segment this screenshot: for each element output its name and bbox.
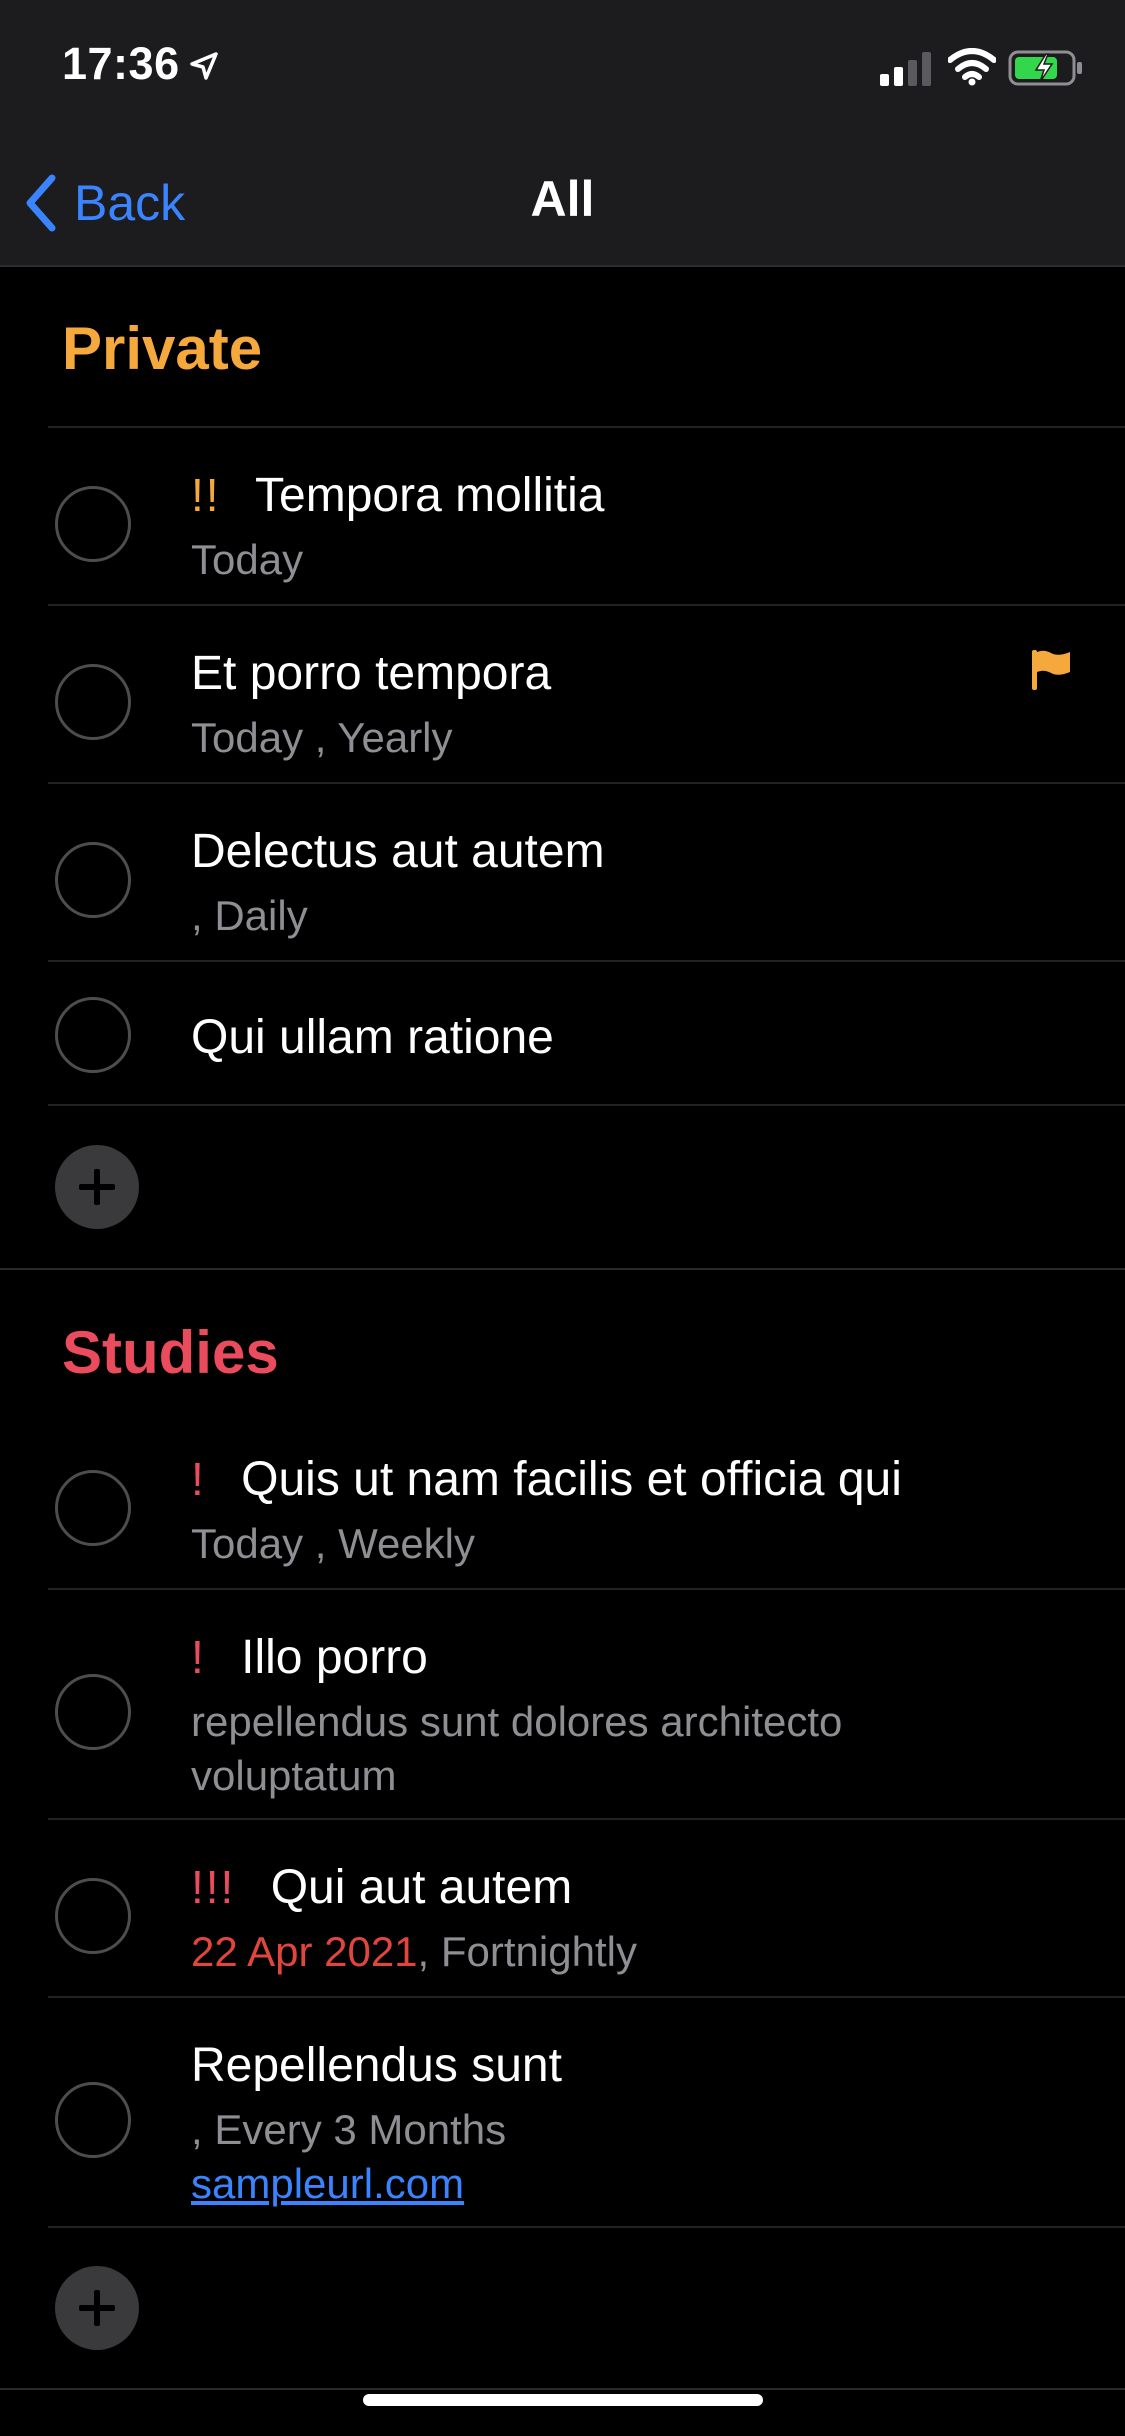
completion-circle[interactable]: [55, 2082, 131, 2158]
item-notes-line-1: repellendus sunt dolores architecto: [191, 1698, 843, 1745]
item-title: Illo porro: [241, 1631, 428, 1684]
navigation-bar: Back All: [0, 140, 1125, 267]
completion-circle[interactable]: [55, 997, 131, 1073]
item-title: Repellendus sunt: [191, 2039, 562, 2092]
completion-circle[interactable]: [55, 842, 131, 918]
add-reminder-button[interactable]: [55, 1145, 139, 1229]
completion-circle[interactable]: [55, 486, 131, 562]
location-arrow-icon: [188, 50, 220, 87]
page-title: All: [530, 171, 595, 227]
list-item[interactable]: Et porro tempora Today , Yearly: [0, 606, 1125, 782]
priority-indicator: !!: [191, 469, 221, 521]
flag-icon: [1030, 648, 1072, 697]
item-subtitle: 22 Apr 2021, Fortnightly: [191, 1928, 637, 1976]
item-title: Qui ullam ratione: [191, 1011, 554, 1064]
priority-indicator: !!!: [191, 1861, 236, 1913]
list-item[interactable]: ! Illo porro repellendus sunt dolores ar…: [0, 1590, 1125, 1818]
list-item[interactable]: ! Quis ut nam facilis et officia qui Tod…: [0, 1412, 1125, 1588]
item-notes-line-2: voluptatum: [191, 1752, 397, 1799]
item-title: Tempora mollitia: [255, 469, 605, 522]
item-title: Et porro tempora: [191, 647, 552, 700]
due-date-overdue: 22 Apr 2021: [191, 1928, 418, 1975]
divider: [48, 1104, 1125, 1106]
item-subtitle: , Every 3 Months: [191, 2106, 507, 2153]
item-subtitle: Today , Yearly: [191, 714, 453, 761]
section-title-private: Private: [62, 315, 263, 382]
completion-circle[interactable]: [55, 1470, 131, 1546]
completion-circle[interactable]: [55, 1674, 131, 1750]
item-subtitle: , Daily: [191, 892, 308, 939]
recurrence-label: , Fortnightly: [417, 1928, 637, 1975]
section-divider: [0, 1268, 1125, 1270]
item-title: Quis ut nam facilis et officia qui: [241, 1453, 902, 1506]
priority-indicator: !: [191, 1631, 206, 1683]
section-divider: [0, 2388, 1125, 2390]
priority-indicator: !: [191, 1453, 206, 1505]
wifi-icon: [947, 48, 997, 91]
section-title-studies: Studies: [62, 1319, 279, 1386]
list-item[interactable]: !!! Qui aut autem 22 Apr 2021, Fortnight…: [0, 1820, 1125, 1996]
completion-circle[interactable]: [55, 1878, 131, 1954]
status-bar: 17:36: [0, 0, 1125, 140]
item-title: Delectus aut autem: [191, 825, 605, 878]
battery-icon: [1008, 50, 1084, 91]
item-subtitle: Today , Weekly: [191, 1520, 476, 1567]
cellular-signal-icon: [880, 52, 932, 91]
item-url-link[interactable]: sampleurl.com: [191, 2160, 464, 2208]
add-reminder-button[interactable]: [55, 2266, 139, 2350]
status-time: 17:36: [62, 38, 180, 89]
divider: [48, 2226, 1125, 2228]
item-subtitle: Today: [191, 536, 304, 583]
item-title: Qui aut autem: [270, 1861, 573, 1914]
list-item[interactable]: Qui ullam ratione: [0, 962, 1125, 1104]
completion-circle[interactable]: [55, 664, 131, 740]
list-item[interactable]: Repellendus sunt , Every 3 Months sample…: [0, 1998, 1125, 2226]
home-indicator[interactable]: [363, 2394, 763, 2406]
list-item[interactable]: !! Tempora mollitia Today: [0, 428, 1125, 604]
list-item[interactable]: Delectus aut autem , Daily: [0, 784, 1125, 960]
